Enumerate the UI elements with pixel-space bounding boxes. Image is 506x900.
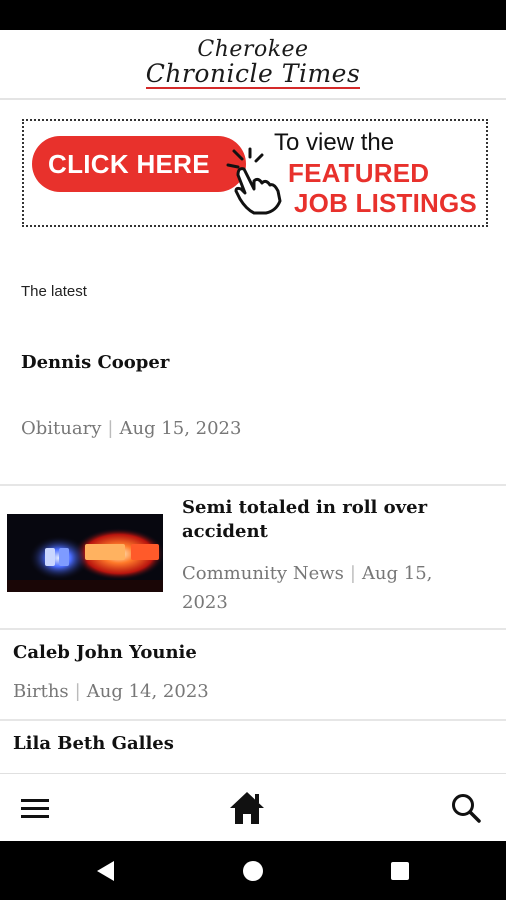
- story-meta: Community News | Aug 15, 2023: [182, 559, 482, 617]
- recents-icon: [391, 862, 409, 880]
- menu-button[interactable]: [15, 788, 55, 828]
- logo-line2: Chronicle Times: [145, 59, 361, 89]
- system-nav-bar: [0, 841, 506, 900]
- banner-text-line3: JOB LISTINGS: [294, 188, 477, 218]
- system-home-button[interactable]: [239, 857, 267, 885]
- story-title[interactable]: Semi totaled in roll over accident: [182, 496, 482, 544]
- home-button[interactable]: [227, 788, 267, 828]
- home-circle-icon: [243, 861, 263, 881]
- story-category[interactable]: Community News: [182, 563, 344, 584]
- lead-story-meta: Obituary | Aug 15, 2023: [21, 418, 241, 439]
- click-here-label: CLICK HERE: [48, 148, 210, 179]
- menu-icon: [21, 799, 49, 818]
- recents-button[interactable]: [386, 857, 414, 885]
- logo-line1: Cherokee: [197, 37, 309, 62]
- featured-jobs-banner[interactable]: CLICK HERE To view the FEATURED JOB LIST…: [22, 119, 488, 227]
- banner-text-line1: To view the: [274, 129, 395, 156]
- divider: [0, 484, 506, 486]
- lead-story-category[interactable]: Obituary: [21, 418, 101, 439]
- search-button[interactable]: [446, 788, 486, 828]
- story-meta: Births | Aug 14, 2023: [13, 681, 209, 702]
- status-bar: [0, 0, 506, 30]
- lead-story-date: Aug 15, 2023: [119, 418, 242, 439]
- back-icon: [97, 861, 114, 881]
- story-category[interactable]: Births: [13, 681, 69, 702]
- meta-separator: |: [74, 681, 81, 702]
- app-header: Cherokee Chronicle Times: [0, 30, 506, 100]
- back-button[interactable]: [91, 857, 119, 885]
- story-title[interactable]: Lila Beth Galles: [13, 733, 174, 754]
- site-logo[interactable]: Cherokee Chronicle Times: [145, 37, 361, 89]
- banner-text-line2: FEATURED: [288, 158, 430, 188]
- meta-separator: |: [349, 563, 356, 584]
- search-icon: [452, 794, 481, 823]
- divider: [0, 719, 506, 721]
- section-label: The latest: [21, 283, 87, 300]
- story-date: Aug 14, 2023: [86, 681, 209, 702]
- home-icon: [230, 792, 264, 824]
- story-title[interactable]: Caleb John Younie: [13, 642, 197, 663]
- police-lights-image: [7, 514, 163, 592]
- lead-story-title[interactable]: Dennis Cooper: [21, 352, 169, 373]
- bottom-nav: [0, 773, 506, 841]
- divider: [0, 628, 506, 630]
- meta-separator: |: [107, 418, 114, 439]
- story-thumbnail[interactable]: [7, 514, 163, 592]
